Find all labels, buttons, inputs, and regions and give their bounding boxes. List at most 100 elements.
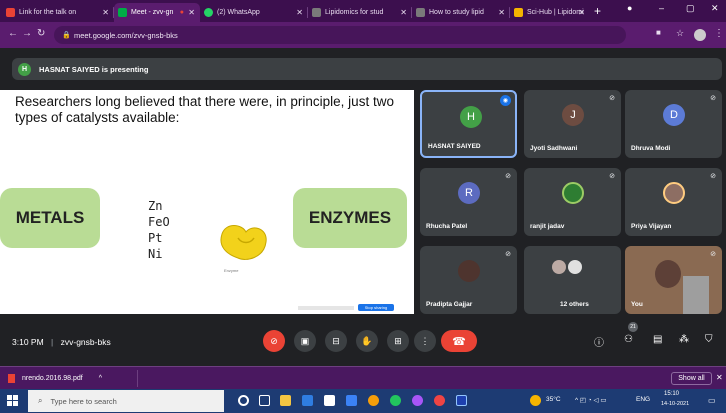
chrome-icon[interactable] <box>368 395 379 406</box>
search-placeholder: Type here to search <box>50 396 117 406</box>
language[interactable]: ENG <box>636 396 650 403</box>
close-window-icon[interactable]: ✕ <box>711 3 719 14</box>
pdf-icon <box>8 374 15 383</box>
word-icon[interactable] <box>456 395 467 406</box>
more-icon: ⋮ <box>420 335 430 346</box>
profile-avatar[interactable] <box>694 29 706 41</box>
tab-title: Lipidomics for stud <box>325 9 384 16</box>
info-icon[interactable]: ⓘ <box>594 334 604 349</box>
chrome-profile-icon[interactable] <box>412 395 423 406</box>
participant-tile[interactable]: ⊘ ranjit jadav <box>524 168 621 236</box>
mic-off-icon: ⊘ <box>710 95 716 102</box>
camera-icon[interactable]: ■ <box>656 28 661 37</box>
download-item[interactable]: nrendo.2016.98.pdf ^ <box>8 370 138 387</box>
browser-tab[interactable]: Sci-Hub | Lipidomi ✕ <box>510 3 590 22</box>
show-all-button[interactable]: Show all <box>671 372 712 385</box>
participant-tile[interactable]: ⊘ Priya Vijayan <box>625 168 722 236</box>
browser-tab[interactable]: Lipidomics for stud ✕ <box>308 3 412 22</box>
enzyme-illustration <box>220 225 267 260</box>
star-icon[interactable]: ☆ <box>676 28 684 39</box>
profile-photo <box>458 260 480 282</box>
task-view-icon[interactable] <box>259 395 270 406</box>
maximize-icon[interactable]: ▢ <box>686 3 695 14</box>
close-icon[interactable]: ✕ <box>102 8 109 17</box>
people-icon[interactable]: ⚇ <box>624 334 633 345</box>
app-icon[interactable] <box>434 395 445 406</box>
self-video <box>683 276 709 314</box>
dropbox-icon[interactable] <box>302 395 313 406</box>
mic-off-icon: ⊘ <box>505 251 511 258</box>
participant-name: Priya Vijayan <box>631 223 672 230</box>
tray-icons[interactable]: ^ ◰ ◔ ◁ ▭ <box>575 396 606 404</box>
profile-photo <box>663 182 685 204</box>
forward-icon[interactable]: → <box>22 28 32 39</box>
url-text: meet.google.com/zvv-gnsb-bks <box>74 30 178 40</box>
close-icon[interactable]: ✕ <box>296 8 303 17</box>
self-video <box>655 260 681 288</box>
whatsapp-icon[interactable] <box>390 395 401 406</box>
element-list: Zn FeO Pt Ni <box>148 198 170 262</box>
end-call-button[interactable]: ☎ <box>441 330 477 352</box>
participant-tile[interactable]: ◉ H HASNAT SAIYED <box>420 90 517 158</box>
cortana-icon[interactable] <box>238 395 249 406</box>
taskbar-search[interactable]: ⌕ Type here to search <box>28 390 224 412</box>
browser-tab-active[interactable]: Meet - zvv-gn ● ✕ <box>114 3 200 22</box>
browser-tab[interactable]: Link for the talk on ✕ <box>2 3 114 22</box>
gmail-icon <box>6 8 15 17</box>
meet-window: H HASNAT SAIYED is presenting Researcher… <box>0 48 726 366</box>
close-icon[interactable]: ✕ <box>188 8 195 17</box>
mic-off-icon: ⊘ <box>609 95 615 102</box>
presenting-text: HASNAT SAIYED is presenting <box>39 64 149 74</box>
mic-off-icon: ⊘ <box>710 173 716 180</box>
enzymes-label: ENZYMES <box>308 208 392 227</box>
host-controls-icon[interactable]: ⛉ <box>705 334 713 345</box>
browser-tab[interactable]: How to study lipid ✕ <box>412 3 510 22</box>
participant-tile[interactable]: ⊘ R Rhucha Patel <box>420 168 517 236</box>
browser-tab[interactable]: (2) WhatsApp ✕ <box>200 3 308 22</box>
close-icon[interactable]: ✕ <box>498 8 505 17</box>
back-icon[interactable]: ← <box>8 28 18 39</box>
close-icon[interactable]: ✕ <box>716 373 723 382</box>
phone-icon: ☎ <box>452 335 466 348</box>
notification-icon[interactable]: ▭ <box>708 396 716 405</box>
profile-dot-icon[interactable]: ● <box>627 3 632 13</box>
participant-tile-self[interactable]: ⊘ You <box>625 246 722 314</box>
menu-icon[interactable]: ⋮ <box>714 28 724 39</box>
participant-tile[interactable]: ⊘ D Dhruva Modi <box>625 90 722 158</box>
more-options-button[interactable]: ⋮ <box>414 330 436 352</box>
participant-tile[interactable]: ⊘ J Jyoti Sadhwani <box>524 90 621 158</box>
new-tab-icon[interactable]: + <box>594 4 601 18</box>
tab-title: (2) WhatsApp <box>217 9 260 16</box>
avatar: R <box>458 182 480 204</box>
participant-name: Jyoti Sadhwani <box>530 145 578 152</box>
element-item: Pt <box>148 231 163 245</box>
address-bar[interactable]: 🔒 meet.google.com/zvv-gnsb-bks <box>54 26 626 44</box>
tab-title: Link for the talk on <box>19 9 77 16</box>
store-icon[interactable] <box>324 395 335 406</box>
tab-title: Sci-Hub | Lipidomi <box>527 9 584 16</box>
minimize-icon[interactable]: – <box>659 3 664 13</box>
page-icon <box>416 8 425 17</box>
present-button[interactable]: ⊞ <box>387 330 409 352</box>
chevron-up-icon[interactable]: ^ <box>99 375 102 382</box>
app-icon[interactable] <box>346 395 357 406</box>
activities-icon[interactable]: ⁂ <box>679 334 689 345</box>
reload-icon[interactable]: ↻ <box>37 28 45 39</box>
captions-button[interactable]: ⊟ <box>325 330 347 352</box>
file-explorer-icon[interactable] <box>280 395 291 406</box>
meeting-time: 3:10 PM <box>12 337 44 347</box>
participant-tile[interactable]: 12 others <box>524 246 621 314</box>
whatsapp-icon <box>204 8 213 17</box>
avatar: H <box>460 106 482 128</box>
close-icon[interactable]: ✕ <box>578 8 585 17</box>
close-icon[interactable]: ✕ <box>400 8 407 17</box>
chat-icon[interactable]: ▤ <box>653 334 662 345</box>
stop-sharing-button[interactable]: Stop sharing <box>358 304 394 311</box>
mic-off-button[interactable]: ⊘ <box>263 330 285 352</box>
raise-hand-button[interactable]: ✋ <box>356 330 378 352</box>
participant-tile[interactable]: ⊘ Pradipta Gajjar <box>420 246 517 314</box>
camera-button[interactable]: ▣ <box>294 330 316 352</box>
windows-start-icon[interactable] <box>7 395 18 406</box>
element-item: FeO <box>148 215 170 229</box>
mic-off-icon: ⊘ <box>710 251 716 258</box>
